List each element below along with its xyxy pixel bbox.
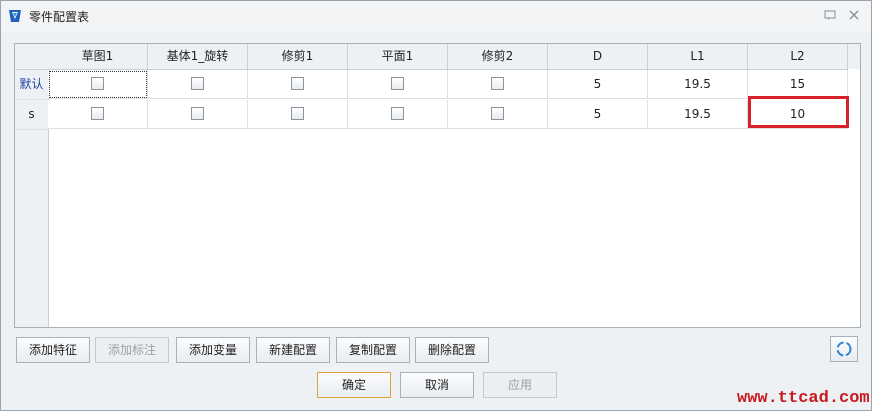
copy-config-button[interactable]: 复制配置 (336, 337, 410, 363)
checkbox[interactable] (91, 107, 104, 120)
col-header[interactable]: 修剪1 (248, 44, 348, 70)
col-header[interactable]: 平面1 (348, 44, 448, 70)
col-header[interactable]: L2 (748, 44, 848, 70)
table-cell[interactable] (348, 70, 448, 99)
table-cell[interactable] (448, 100, 548, 129)
scrollbar-stub[interactable] (848, 44, 860, 69)
ok-button[interactable]: 确定 (317, 372, 391, 398)
row-name-s[interactable]: s (15, 100, 48, 130)
checkbox[interactable] (491, 77, 504, 90)
highlight-box (748, 96, 849, 128)
checkbox[interactable] (291, 77, 304, 90)
table-cell[interactable] (48, 70, 148, 99)
add-feature-button[interactable]: 添加特征 (16, 337, 90, 363)
table-cell[interactable] (48, 100, 148, 129)
refresh-icon (836, 341, 852, 357)
help-icon[interactable] (823, 9, 837, 23)
col-header[interactable]: D (548, 44, 648, 70)
app-icon (9, 10, 21, 22)
value-cell-l1[interactable]: 19.5 (648, 70, 748, 99)
refresh-button[interactable] (830, 336, 858, 362)
value-cell-l1[interactable]: 19.5 (648, 100, 748, 129)
checkbox[interactable] (391, 77, 404, 90)
add-annotation-button[interactable]: 添加标注 (95, 337, 169, 363)
config-grid: 草图1 基体1_旋转 修剪1 平面1 修剪2 D L1 L2 默认 5 19.5… (14, 43, 861, 328)
delete-config-button[interactable]: 删除配置 (415, 337, 489, 363)
table-cell[interactable] (248, 100, 348, 129)
col-header[interactable]: 基体1_旋转 (148, 44, 248, 70)
window-title: 零件配置表 (29, 10, 90, 24)
watermark: www.ttcad.com (737, 389, 870, 408)
checkbox[interactable] (91, 77, 104, 90)
table-cell[interactable] (248, 70, 348, 99)
grid-corner (15, 44, 48, 70)
add-variable-button[interactable]: 添加变量 (176, 337, 250, 363)
row-name-default[interactable]: 默认 (15, 70, 48, 100)
checkbox[interactable] (391, 107, 404, 120)
config-table-dialog: 零件配置表 草图1 基体1_旋转 修剪1 平面1 修剪2 D L1 L2 默认 … (0, 0, 872, 411)
cancel-button[interactable]: 取消 (400, 372, 474, 398)
table-cell[interactable] (448, 70, 548, 99)
close-icon[interactable] (847, 9, 861, 23)
col-header[interactable]: L1 (648, 44, 748, 70)
col-header[interactable]: 草图1 (48, 44, 148, 70)
col-header[interactable]: 修剪2 (448, 44, 548, 70)
checkbox[interactable] (191, 107, 204, 120)
title-bar: 零件配置表 (1, 1, 871, 31)
table-cell[interactable] (148, 100, 248, 129)
checkbox[interactable] (191, 77, 204, 90)
value-cell-d[interactable]: 5 (548, 100, 648, 129)
checkbox[interactable] (491, 107, 504, 120)
new-config-button[interactable]: 新建配置 (256, 337, 330, 363)
table-cell[interactable] (148, 70, 248, 99)
apply-button[interactable]: 应用 (483, 372, 557, 398)
checkbox[interactable] (291, 107, 304, 120)
table-cell[interactable] (348, 100, 448, 129)
value-cell-l2[interactable]: 15 (748, 70, 848, 99)
value-cell-d[interactable]: 5 (548, 70, 648, 99)
